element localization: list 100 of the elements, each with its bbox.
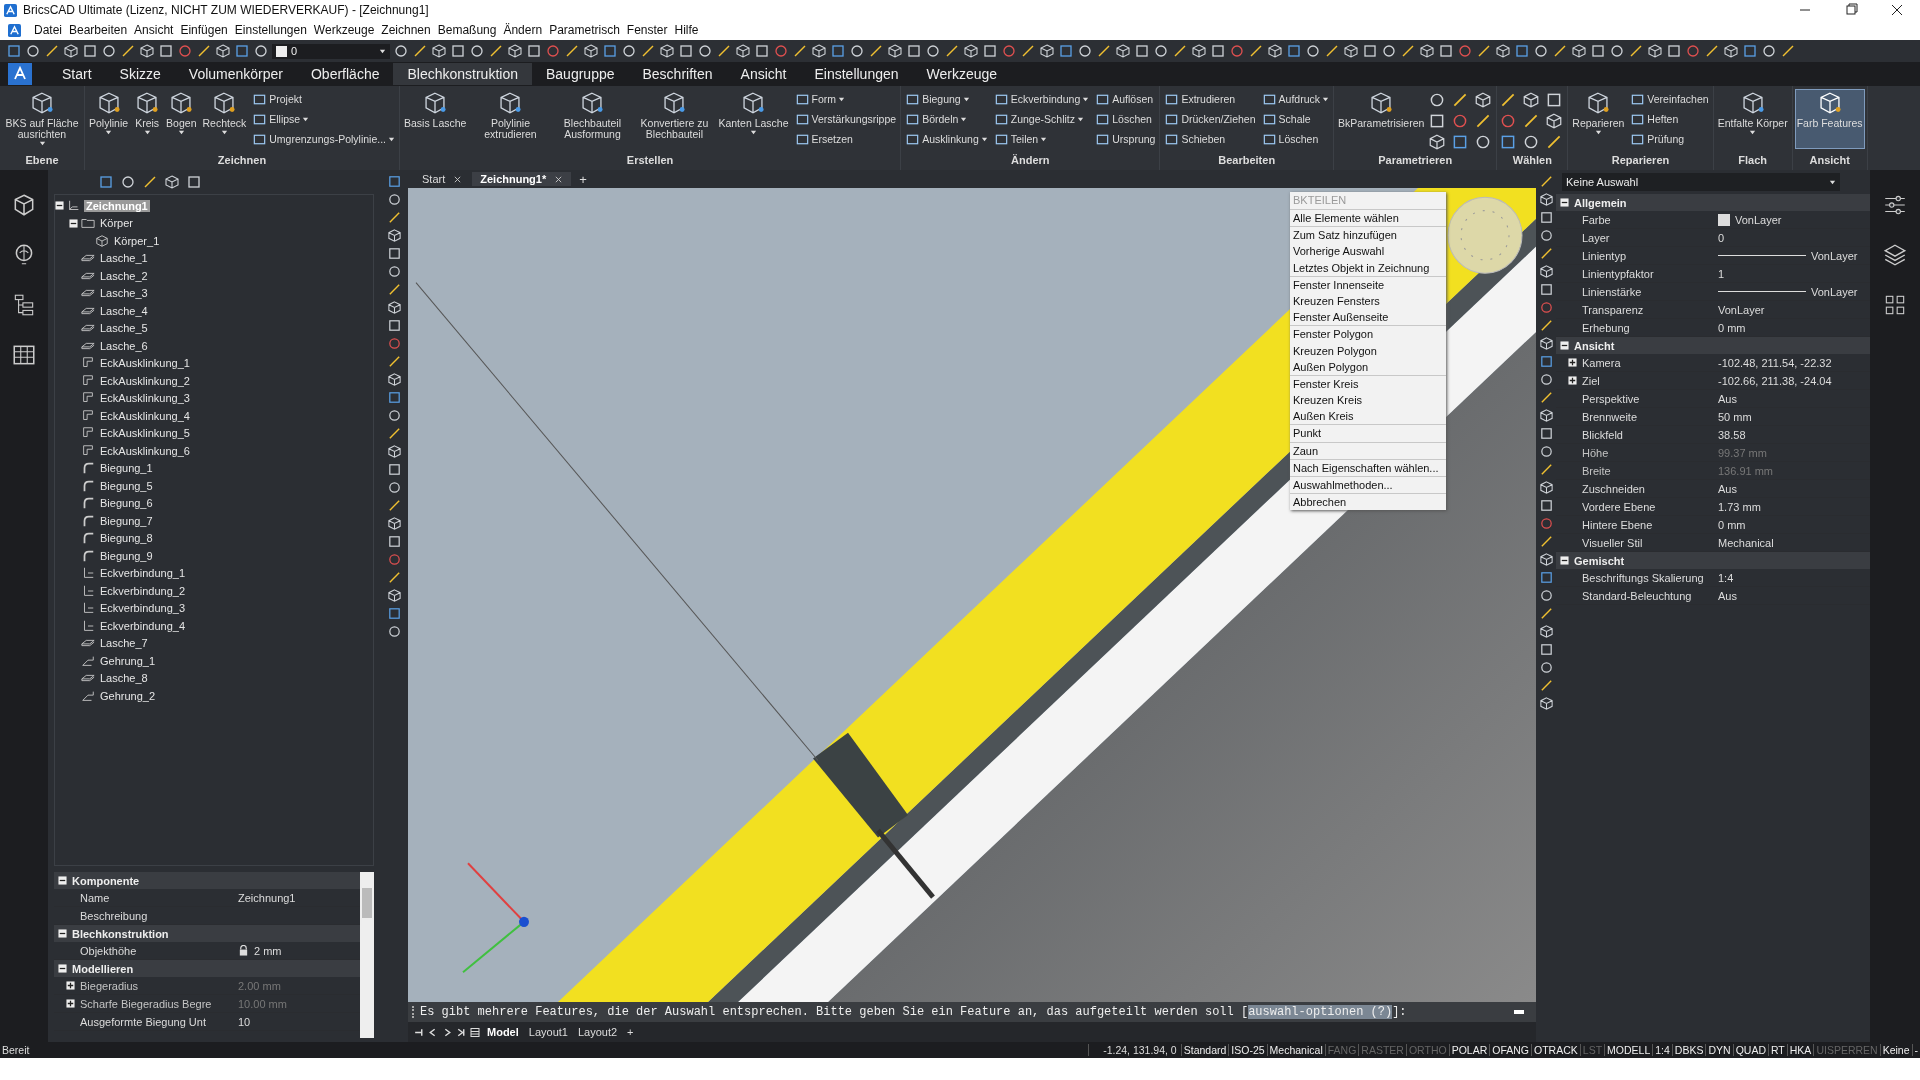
collapse-icon[interactable]: [1560, 341, 1569, 350]
cube-tool-icon[interactable]: [1267, 43, 1283, 59]
tree-item[interactable]: Lasche_4: [98, 304, 150, 317]
tree-item[interactable]: EckAusklinkung_6: [98, 444, 192, 457]
new-layout-button[interactable]: +: [624, 1026, 637, 1038]
property-value[interactable]: 1: [1718, 267, 1725, 280]
cube-tool-icon[interactable]: [1538, 264, 1554, 279]
property-value[interactable]: VonLayer: [1735, 213, 1782, 226]
line-tool-icon[interactable]: [1780, 43, 1796, 59]
cube-tool-icon[interactable]: [1343, 43, 1359, 59]
status-toggle[interactable]: DBKS: [1671, 1044, 1706, 1056]
cube-tool-icon[interactable]: [139, 43, 155, 59]
status-toggle[interactable]: -: [1911, 1044, 1920, 1056]
cube-tool-icon[interactable]: [386, 300, 402, 315]
line-tool-icon[interactable]: [944, 43, 960, 59]
ribbon-tab[interactable]: Skizze: [105, 63, 175, 85]
tree-item[interactable]: EckAusklinkung_3: [98, 392, 192, 405]
section-header[interactable]: Gemischt: [1556, 552, 1870, 569]
tree-item[interactable]: Biegung_1: [98, 462, 155, 475]
square-tool-icon[interactable]: [82, 43, 98, 59]
tree-item[interactable]: Körper: [98, 217, 136, 230]
ribbon-button[interactable]: Ersetzen: [792, 129, 899, 149]
menu-item[interactable]: Letztes Objekt in Zeichnung: [1290, 259, 1446, 276]
property-value[interactable]: Mechanical: [1718, 536, 1774, 549]
menu-item[interactable]: Kreuzen Fensters: [1290, 292, 1446, 310]
ribbon-button[interactable]: Ausklinkung: [903, 129, 990, 149]
scrollbar[interactable]: [360, 872, 374, 1038]
ribbon-tab[interactable]: Start: [48, 63, 106, 85]
ribbon-button[interactable]: Aufdruck: [1259, 89, 1331, 109]
navigation-arrow-icon[interactable]: [456, 1026, 466, 1038]
tree-item[interactable]: EckAusklinkung_4: [98, 409, 192, 422]
section-header[interactable]: Allgemein: [1556, 194, 1870, 211]
status-toggle[interactable]: ISO-25: [1228, 1044, 1267, 1056]
line-tool-icon[interactable]: [120, 43, 136, 59]
tree-item[interactable]: Gehrung_1: [98, 654, 158, 667]
circle-tool-icon[interactable]: [1761, 43, 1777, 59]
square-tool-icon[interactable]: [1538, 282, 1554, 297]
square-tool-icon[interactable]: [1210, 43, 1226, 59]
property-value[interactable]: 38.58: [1718, 428, 1746, 441]
square-tool-icon[interactable]: [1538, 498, 1554, 513]
property-value[interactable]: -102.48, 211.54, -22.32: [1718, 356, 1832, 369]
ribbon-button[interactable]: Reparieren: [1570, 89, 1627, 149]
line-tool-icon[interactable]: [1248, 43, 1264, 59]
cube-tool-icon[interactable]: [386, 228, 402, 243]
ribbon-button[interactable]: Umgrenzungs-Polylinie...: [250, 129, 397, 149]
property-value[interactable]: VonLayer: [1718, 303, 1765, 316]
status-toggle[interactable]: Mechanical: [1266, 1044, 1325, 1056]
square-tool-icon[interactable]: [386, 318, 402, 333]
ribbon-tab[interactable]: Baugruppe: [532, 63, 629, 85]
line-tool-icon[interactable]: [412, 43, 428, 59]
cube-tool-icon[interactable]: [215, 43, 231, 59]
line-tool-icon[interactable]: [1476, 43, 1492, 59]
line-tool-icon[interactable]: [1704, 43, 1720, 59]
ribbon-button[interactable]: Teilen: [991, 129, 1092, 149]
menu-item[interactable]: Datei: [34, 23, 62, 37]
cube-tool-icon[interactable]: [386, 372, 402, 387]
menu-item[interactable]: Kreuzen Kreis: [1290, 392, 1446, 409]
circle-tool-icon[interactable]: [393, 43, 409, 59]
ribbon-tab[interactable]: Oberfläche: [297, 63, 394, 85]
circle-tool-icon[interactable]: [386, 624, 402, 639]
collapse-icon[interactable]: [58, 876, 67, 885]
ribbon-button[interactable]: Löschen: [1259, 129, 1331, 149]
ribbon-button[interactable]: Drücken/Ziehen: [1162, 109, 1258, 129]
circle-tool-icon[interactable]: [386, 480, 402, 495]
tree-item[interactable]: Lasche_5: [98, 322, 150, 335]
circle-tool-icon[interactable]: [386, 192, 402, 207]
tree-item[interactable]: EckAusklinkung_2: [98, 374, 192, 387]
cube-tool-icon[interactable]: [1538, 192, 1554, 207]
circle-tool-icon[interactable]: [386, 264, 402, 279]
ribbon-tab[interactable]: Volumenkörper: [174, 63, 297, 85]
menu-item[interactable]: Bearbeiten: [69, 23, 128, 37]
property-value[interactable]: 0: [1718, 231, 1725, 244]
status-toggle[interactable]: DYN: [1705, 1044, 1733, 1056]
cube-tool-icon[interactable]: [386, 444, 402, 459]
property-value[interactable]: VonLayer: [1811, 285, 1858, 298]
square-tool-icon[interactable]: [1538, 210, 1554, 225]
ribbon-button[interactable]: Zunge-Schlitz: [991, 109, 1092, 129]
line-tool-icon[interactable]: [716, 43, 732, 59]
tree-item[interactable]: Biegung_7: [98, 514, 155, 527]
layer-dropdown[interactable]: 0: [272, 43, 390, 59]
ribbon-button[interactable]: Kanten Lasche: [716, 89, 791, 149]
line-tool-icon[interactable]: [868, 43, 884, 59]
tree-item[interactable]: Biegung_9: [98, 549, 155, 562]
square-tool-icon[interactable]: [1134, 43, 1150, 59]
square-tool-icon[interactable]: [526, 43, 542, 59]
ribbon-button[interactable]: Verstärkungsrippe: [792, 109, 899, 129]
collapse-icon[interactable]: [1560, 198, 1569, 207]
collapse-icon[interactable]: [58, 929, 67, 938]
menu-item[interactable]: Fenster Innenseite: [1290, 276, 1446, 293]
menu-item[interactable]: Fenster: [626, 23, 668, 37]
cube-tool-icon[interactable]: [1115, 43, 1131, 59]
ribbon-button[interactable]: Entfalte Körper: [1715, 89, 1790, 149]
square-tool-icon[interactable]: [386, 390, 402, 405]
cube-tool-icon[interactable]: [1495, 43, 1511, 59]
cube-tool-icon[interactable]: [431, 43, 447, 59]
square-tool-icon[interactable]: [386, 534, 402, 549]
ribbon-button[interactable]: Form: [792, 89, 899, 109]
circle-tool-icon[interactable]: [1538, 228, 1554, 243]
collapse-icon[interactable]: [69, 218, 78, 228]
menu-item[interactable]: Einstellungen: [234, 23, 307, 37]
